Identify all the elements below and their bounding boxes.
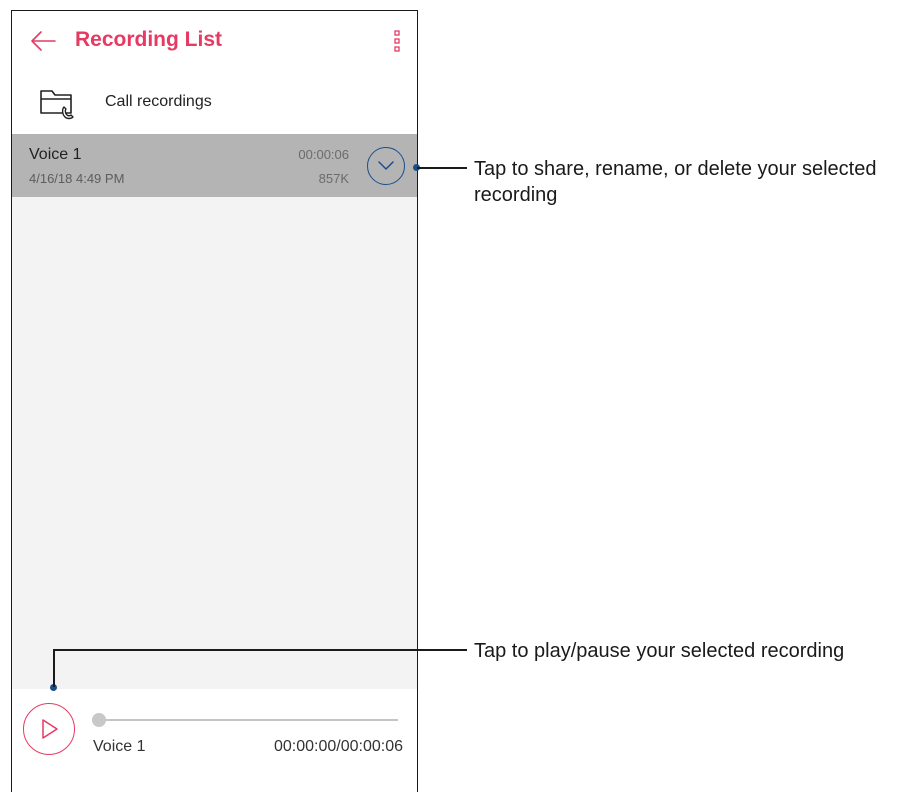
- recording-date: 4/16/18 4:49 PM: [29, 171, 125, 186]
- app-bar: Recording List: [12, 11, 417, 71]
- call-recordings-folder[interactable]: Call recordings: [12, 71, 417, 134]
- callout-line: [53, 649, 467, 651]
- page-title: Recording List: [75, 28, 223, 51]
- play-pause-button[interactable]: [23, 703, 75, 755]
- folder-phone-icon: [40, 90, 74, 120]
- more-options-button[interactable]: [391, 29, 403, 53]
- recording-duration: 00:00:06: [298, 147, 349, 162]
- chevron-down-icon: [378, 161, 394, 170]
- list-item[interactable]: Voice 1 4/16/18 4:49 PM 00:00:06 857K: [12, 134, 417, 197]
- player-track-name: Voice 1: [93, 738, 146, 755]
- callout-line: [417, 167, 467, 169]
- callout-expand-text: Tap to share, rename, or delete your sel…: [474, 158, 877, 206]
- recording-size: 857K: [318, 171, 349, 186]
- expand-options-button[interactable]: [367, 147, 405, 185]
- callout-play-text: Tap to play/pause your selected recordin…: [474, 640, 845, 662]
- player-time: 00:00:00/00:00:06: [273, 738, 403, 755]
- arrow-left-icon: [31, 31, 56, 51]
- player-bar: Voice 1 00:00:00/00:00:06: [12, 689, 417, 792]
- phone-screen: Recording List Call recordings Voice 1 4…: [11, 10, 418, 792]
- recording-name: Voice 1: [29, 146, 82, 163]
- seek-thumb[interactable]: [92, 713, 106, 727]
- more-vertical-icon: [394, 30, 400, 52]
- play-icon: [42, 719, 58, 739]
- folder-label: Call recordings: [105, 93, 212, 110]
- seek-bar[interactable]: [100, 719, 398, 721]
- callout-line: [53, 649, 55, 687]
- back-button[interactable]: [28, 27, 58, 55]
